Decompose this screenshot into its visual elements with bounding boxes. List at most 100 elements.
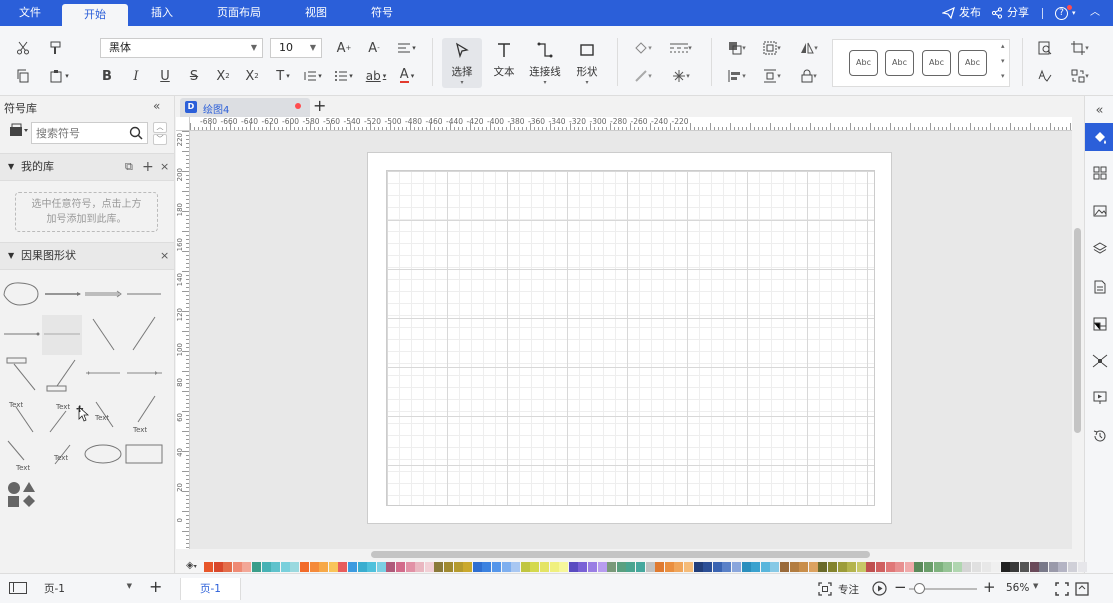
color-swatch[interactable] (712, 562, 722, 572)
color-swatch[interactable] (952, 562, 962, 572)
color-swatch[interactable] (722, 562, 732, 572)
color-swatch[interactable] (981, 562, 991, 572)
my-library-dropzone[interactable]: 选中任意符号，点击上方 加号添加到此库。 (15, 192, 158, 232)
menu-symbol[interactable]: 符号 (362, 0, 402, 26)
color-swatch[interactable] (559, 562, 569, 572)
cut-icon[interactable] (12, 38, 34, 58)
search-input[interactable] (36, 125, 126, 141)
color-swatch[interactable] (405, 562, 415, 572)
align-objects-icon[interactable]: ▾ (723, 66, 751, 86)
page-tab[interactable]: 页-1 (180, 578, 241, 600)
color-swatch[interactable] (501, 562, 511, 572)
color-swatch[interactable] (626, 562, 636, 572)
color-swatch[interactable] (664, 562, 674, 572)
library-icon[interactable] (9, 123, 29, 139)
color-swatch[interactable] (424, 562, 434, 572)
text-bone-shape[interactable] (15, 406, 34, 433)
color-swatch[interactable] (261, 562, 271, 572)
fit-page-icon[interactable] (1055, 582, 1069, 599)
strikethrough-icon[interactable]: S (183, 66, 205, 86)
fish-head-shape[interactable] (3, 282, 39, 306)
decrease-font-icon[interactable]: A- (363, 38, 385, 58)
color-swatch[interactable] (444, 562, 453, 572)
text-bone-shape[interactable] (49, 410, 67, 433)
subscript-icon[interactable]: X2 (241, 66, 263, 86)
menu-view[interactable]: 视图 (296, 0, 336, 26)
color-swatch[interactable] (972, 562, 981, 572)
color-swatch[interactable] (732, 562, 741, 572)
color-swatch[interactable] (520, 562, 530, 572)
color-swatch[interactable] (616, 562, 626, 572)
color-swatch[interactable] (895, 562, 905, 572)
bold-icon[interactable]: B (96, 66, 118, 86)
color-swatch[interactable] (511, 562, 521, 572)
add-document-button[interactable]: + (313, 96, 326, 115)
expand-icon[interactable]: ▾ (1001, 72, 1005, 80)
publish-button[interactable]: 发布 (942, 0, 981, 26)
color-swatch[interactable] (588, 562, 597, 572)
color-swatch[interactable] (1077, 562, 1087, 572)
color-swatch[interactable] (645, 562, 655, 572)
text-tool-button[interactable]: 文本 (484, 38, 524, 88)
triangle-shape[interactable] (23, 482, 35, 492)
color-swatch[interactable] (866, 562, 876, 572)
diagonal-bone-shape[interactable] (132, 316, 156, 351)
color-swatch[interactable] (415, 562, 425, 572)
color-swatch[interactable] (924, 562, 933, 572)
unsaved-dot[interactable] (295, 103, 301, 109)
replace-icon[interactable]: ▾ (1066, 66, 1094, 86)
layout-panel-icon[interactable] (1085, 310, 1113, 338)
color-swatch[interactable] (914, 562, 924, 572)
add-icon[interactable]: + (142, 154, 154, 180)
zoom-out-button[interactable]: − (894, 578, 907, 596)
color-swatch[interactable] (684, 562, 693, 572)
color-swatch[interactable] (741, 562, 751, 572)
color-swatch[interactable] (991, 562, 1001, 572)
fullscreen-icon[interactable] (1075, 582, 1089, 599)
format-painter-icon[interactable] (45, 38, 67, 58)
color-swatch[interactable] (1000, 562, 1010, 572)
color-swatch[interactable] (799, 562, 809, 572)
color-swatch[interactable] (1048, 562, 1058, 572)
color-swatch[interactable] (636, 562, 645, 572)
rectangle-shape[interactable] (125, 444, 163, 464)
horizontal-scrollbar[interactable] (371, 551, 870, 558)
color-swatch[interactable] (962, 562, 972, 572)
history-panel-icon[interactable] (1085, 422, 1113, 450)
grid-panel-icon[interactable] (1085, 159, 1113, 187)
color-swatch[interactable] (933, 562, 943, 572)
fishbone-shapes-header[interactable]: ▼ 因果图形状 × (0, 242, 174, 270)
page-panel-icon[interactable] (1085, 273, 1113, 301)
menu-layout[interactable]: 页面布局 (210, 0, 268, 26)
chevron-down-icon[interactable]: ▼ (1033, 582, 1038, 590)
fill-color-icon[interactable]: ◈▾ (186, 560, 197, 571)
color-swatch[interactable] (578, 562, 588, 572)
text-case-icon[interactable]: T ▾ (270, 66, 296, 86)
color-swatch[interactable] (271, 562, 281, 572)
color-swatch[interactable] (300, 562, 309, 572)
line-color-icon[interactable]: ▾ (630, 66, 656, 86)
color-swatch[interactable] (280, 562, 290, 572)
color-swatch[interactable] (904, 562, 914, 572)
align-icon[interactable]: ▾ (394, 38, 420, 58)
page-select[interactable]: 页-1 ▼ (40, 579, 134, 598)
scroll-down-icon[interactable]: ▾ (1001, 57, 1005, 65)
color-swatch[interactable] (204, 562, 213, 572)
play-icon[interactable] (872, 581, 887, 599)
color-swatch[interactable] (453, 562, 463, 572)
zoom-slider-thumb[interactable] (914, 583, 925, 594)
color-swatch[interactable] (703, 562, 713, 572)
color-swatch[interactable] (530, 562, 540, 572)
color-swatch[interactable] (674, 562, 684, 572)
line-spacing-icon[interactable]: ▾ (300, 66, 326, 86)
color-swatch[interactable] (693, 562, 703, 572)
text-bone-shape[interactable] (137, 395, 156, 423)
color-swatch[interactable] (482, 562, 492, 572)
text-bone-shape[interactable] (7, 440, 25, 461)
color-swatch[interactable] (252, 562, 261, 572)
connector-tool-button[interactable]: 连接线 ▾ (525, 38, 565, 88)
bring-front-icon[interactable]: ▾ (723, 38, 751, 58)
color-swatch[interactable] (876, 562, 885, 572)
color-swatch[interactable] (376, 562, 386, 572)
color-swatch[interactable] (328, 562, 338, 572)
